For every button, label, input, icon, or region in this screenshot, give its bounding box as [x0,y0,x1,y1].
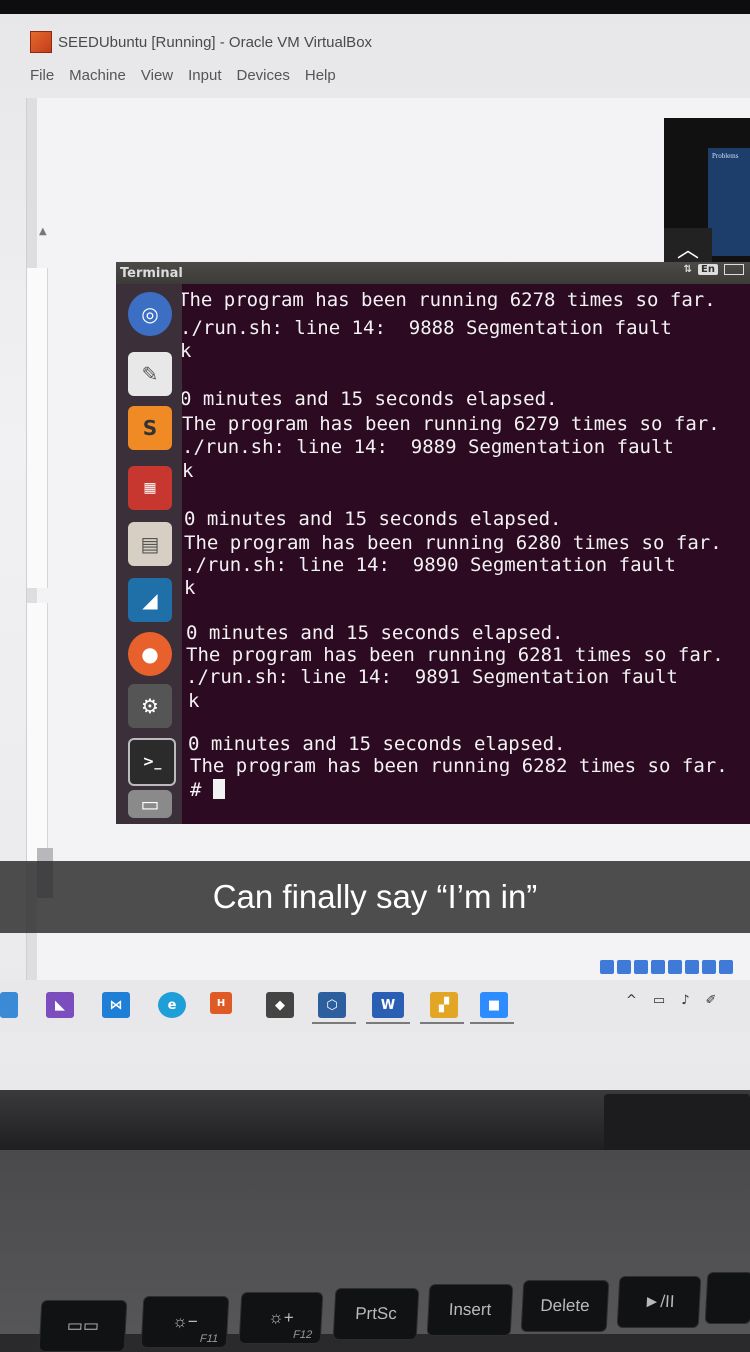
terminal-line: ./run.sh: line 14: 9891 Segmentation fau… [186,666,678,688]
menu-devices[interactable]: Devices [237,67,290,84]
vb-keyboard-icon[interactable] [719,960,733,974]
vb-usb-icon[interactable] [651,960,665,974]
terminal-line: k [182,460,194,482]
menu-help[interactable]: Help [305,67,336,84]
vb-capture-icon[interactable] [702,960,716,974]
network-arrows-icon[interactable]: ⇅ [684,264,692,275]
sublime-text-icon[interactable]: S [128,406,172,450]
terminal-line: k [182,340,192,362]
workspace-icon[interactable]: ▦ [128,466,172,510]
terminal-line: The program has been running 6280 times … [184,532,722,554]
edge-icon[interactable]: e [158,992,186,1018]
settings-icon[interactable]: ⚙ [128,684,172,728]
scroll-up-icon[interactable]: ▲ [39,226,47,237]
meeting-slide-title: Problems [712,152,739,160]
battery-icon[interactable]: ▭ [653,993,665,1008]
terminal-line: 0 minutes and 15 seconds elapsed. [182,388,558,410]
terminal-line: The program has been running 6282 times … [190,755,728,777]
virtualbox-icon [30,31,52,53]
key-display[interactable]: ▭▭ [38,1300,128,1352]
window-title: SEEDUbuntu [Running] - Oracle VM Virtual… [58,33,373,51]
virtualbox-menubar: File Machine View Input Devices Help [30,60,750,90]
git-icon[interactable]: ◆ [266,992,294,1018]
display-switch-icon: ▭▭ [66,1316,100,1335]
key-prtsc[interactable]: PrtSc [332,1288,420,1340]
terminal-output[interactable]: The program has been running 6278 times … [182,284,750,824]
terminal-line: ./run.sh: line 14: 9889 Segmentation fau… [182,436,674,458]
meeting-slide: Problems [708,148,750,256]
terminal-title: Terminal [120,265,183,281]
battery-icon[interactable] [724,264,744,275]
key-brightness-down[interactable]: ☼− F11 [140,1296,230,1348]
volume-icon[interactable]: ♪ [681,993,689,1008]
key-brightness-up[interactable]: ☼+ F12 [238,1292,324,1344]
key-insert[interactable]: Insert [426,1284,514,1336]
files-icon[interactable]: ▤ [128,522,172,566]
caption-bar: Can finally say “I’m in” [0,861,750,933]
host-side-panel-lower [27,603,48,863]
running-indicator [420,1022,464,1024]
terminal-prompt-line[interactable]: # [190,779,225,802]
running-indicator [366,1022,410,1024]
terminal-line: ./run.sh: line 14: 9888 Segmentation fau… [182,317,672,339]
terminal-line: k [184,577,196,599]
key-delete[interactable]: Delete [520,1280,610,1332]
shell-prompt: # [190,779,213,801]
terminal-line: 0 minutes and 15 seconds elapsed. [188,733,566,755]
text-cursor [212,779,225,799]
visual-studio-icon[interactable]: ◣ [46,992,74,1018]
vb-optical-icon[interactable] [617,960,631,974]
keyboard-lang-indicator[interactable]: En [698,264,718,275]
menu-input[interactable]: Input [188,67,221,84]
laptop-hinge [604,1094,750,1156]
key-play-pause[interactable]: ►/II [616,1276,702,1328]
vb-disk-icon[interactable] [600,960,614,974]
menu-view[interactable]: View [141,67,173,84]
virtualbox-status-icons [600,956,750,978]
trash-icon[interactable]: ▭ [128,790,172,818]
caption-text: Can finally say “I’m in” [212,878,538,915]
chevron-up-icon[interactable]: ^ [626,993,637,1008]
pen-icon[interactable]: ✐ [706,993,717,1008]
vb-shared-folder-icon[interactable] [668,960,682,974]
terminal-line: The program has been running 6279 times … [182,413,720,435]
menu-machine[interactable]: Machine [69,67,126,84]
terminal-line: The program has been running 6281 times … [186,644,724,666]
vb-display-icon[interactable] [685,960,699,974]
indicator-area: ⇅ En [684,264,744,275]
vb-network-icon[interactable] [634,960,648,974]
key-partial[interactable] [704,1272,750,1324]
terminal-icon[interactable]: >_ [128,738,176,786]
wireshark-icon[interactable]: ◢ [128,578,172,622]
terminal-line: k [188,690,200,712]
menu-file[interactable]: File [30,67,54,84]
vscode-icon[interactable]: ⋈ [102,992,130,1018]
chat-icon[interactable] [0,992,18,1018]
running-indicator [470,1022,514,1024]
file-manager-icon[interactable]: ▞ [430,992,458,1018]
virtualbox-taskbar-icon[interactable]: ⬡ [318,992,346,1018]
text-editor-icon[interactable]: ✎ [128,352,172,396]
zoom-icon[interactable]: ■ [480,992,508,1018]
running-indicator [312,1022,356,1024]
ubuntu-dash-icon[interactable]: ◎ [128,292,172,336]
terminal-line: 0 minutes and 15 seconds elapsed. [186,622,564,644]
terminal-line: 0 minutes and 15 seconds elapsed. [184,508,562,530]
system-tray: ^ ▭ ♪ ✐ [626,990,750,1010]
virtualbox-titlebar: SEEDUbuntu [Running] - Oracle VM Virtual… [30,24,750,60]
word-icon[interactable]: W [372,992,404,1018]
terminal-line: The program has been running 6278 times … [182,289,716,311]
unity-launcher: ◎ ✎ S ▦ ▤ ◢ ● ⚙ >_ ▭ [116,284,182,824]
office-icon[interactable]: H [210,992,232,1014]
terminal-titlebar[interactable]: Terminal ⇅ En [116,262,750,284]
host-side-panel [27,268,48,588]
terminal-line: ./run.sh: line 14: 9890 Segmentation fau… [184,554,676,576]
firefox-icon[interactable]: ● [128,632,172,676]
